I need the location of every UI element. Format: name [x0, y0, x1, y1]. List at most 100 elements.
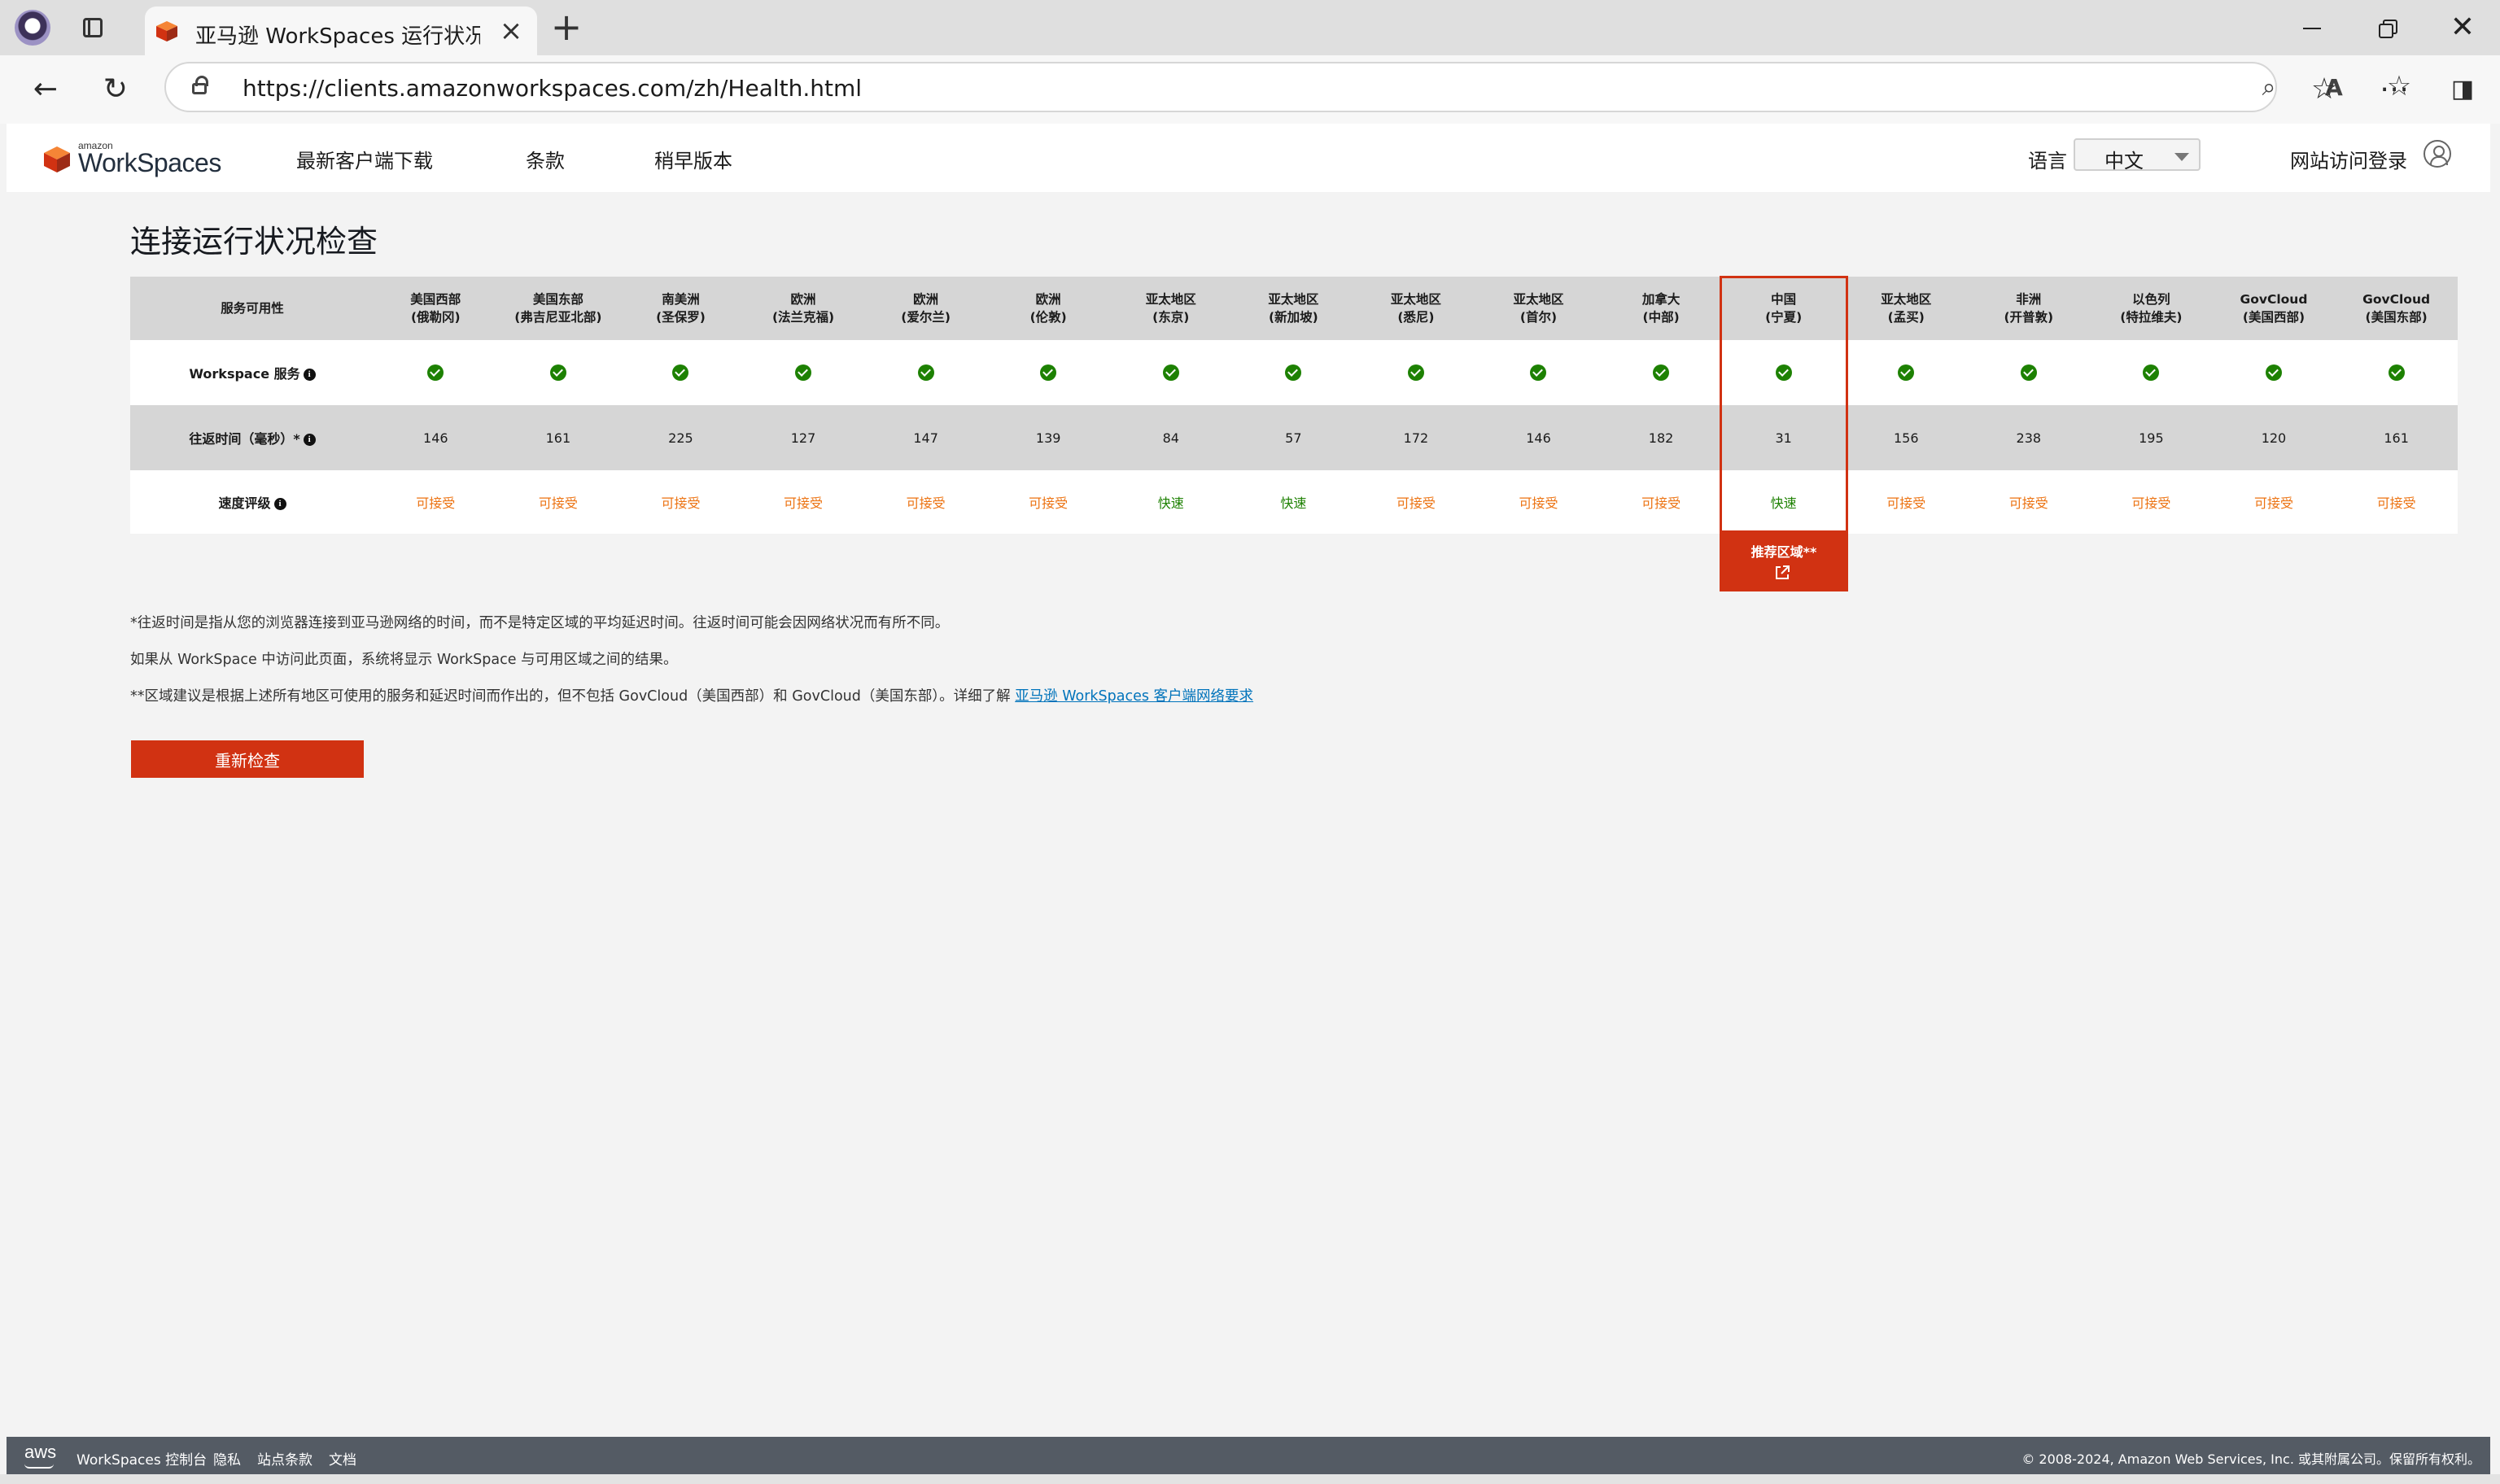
- user-icon[interactable]: [2424, 140, 2451, 168]
- region-header: 以色列 (特拉维夫): [2090, 277, 2213, 340]
- region-header: GovCloud (美国西部): [2212, 277, 2336, 340]
- nav-previous-versions[interactable]: 稍早版本: [654, 145, 732, 173]
- copyright: © 2008-2024, Amazon Web Services, Inc. 或…: [2021, 1451, 2480, 1467]
- region-name: 亚太地区: [1390, 292, 1441, 307]
- footer-link-console[interactable]: WorkSpaces 控制台: [76, 1448, 207, 1469]
- speed-rating-row: 速度评级 i 可接受 可接受 可接受 可接受 可接受 可接受 快速 快速 可接受 可接受 可接受 快速 可接…: [130, 470, 2458, 534]
- service-status-cell: [1109, 340, 1233, 405]
- workspaces-favicon-icon: [156, 21, 177, 41]
- sidebar-icon[interactable]: ◨: [2445, 72, 2480, 107]
- region-header: 亚太地区 (悉尼): [1354, 277, 1478, 340]
- check-circle-icon: [1285, 364, 1302, 382]
- site-footer: aws WorkSpaces 控制台 隐私 站点条款 文档 © 2008-202…: [7, 1437, 2490, 1474]
- service-status-cell: [1599, 340, 1723, 405]
- speed-rating: 可接受: [864, 470, 987, 534]
- region-header: 欧洲 (爱尔兰): [864, 277, 987, 340]
- region-name: 欧洲: [1035, 292, 1061, 307]
- region-location: (弗吉尼亚北部): [514, 310, 602, 325]
- external-link-icon[interactable]: [1773, 564, 1791, 582]
- aws-logo[interactable]: aws: [24, 1442, 56, 1463]
- check-circle-icon: [1530, 364, 1547, 382]
- region-header: 亚太地区 (新加坡): [1232, 277, 1355, 340]
- lock-icon[interactable]: [192, 76, 208, 94]
- speed-rating: 可接受: [2212, 470, 2336, 534]
- region-header: 美国西部 (俄勒冈): [374, 277, 497, 340]
- network-requirements-link[interactable]: 亚马逊 WorkSpaces 客户端网络要求: [1015, 688, 1253, 705]
- workspaces-cube-icon: [44, 146, 70, 172]
- signin-link[interactable]: 网站访问登录: [2290, 145, 2407, 173]
- rtt-value: 182: [1599, 405, 1723, 470]
- region-location: (伦敦): [1029, 310, 1067, 325]
- speed-rating: 可接受: [2090, 470, 2213, 534]
- availability-header: 服务可用性: [130, 277, 374, 340]
- address-bar[interactable]: https://clients.amazonworkspaces.com/zh/…: [164, 62, 2411, 112]
- note-recommendation: **区域建议是根据上述所有地区可使用的服务和延迟时间而作出的，但不包括 GovC…: [130, 685, 1253, 705]
- rtt-value: 146: [374, 405, 497, 470]
- info-icon[interactable]: i: [303, 434, 316, 446]
- favorites-icon[interactable]: ☆: [2306, 72, 2342, 107]
- footer-link-privacy[interactable]: 隐私: [213, 1448, 241, 1469]
- browser-tab-active[interactable]: 亚马逊 WorkSpaces 运行状况控制 ×: [145, 7, 537, 55]
- service-status-cell: [986, 340, 1110, 405]
- tab-title: 亚马逊 WorkSpaces 运行状况控制: [195, 24, 480, 49]
- service-status-cell: [864, 340, 987, 405]
- speed-rating: 快速: [1232, 470, 1355, 534]
- tab-actions-icon[interactable]: [78, 13, 107, 42]
- speed-label: 速度评级: [218, 495, 271, 511]
- info-icon[interactable]: i: [273, 498, 286, 510]
- recommended-region-tag[interactable]: 推荐区域**: [1720, 533, 1848, 591]
- rtt-value: 120: [2212, 405, 2336, 470]
- region-header: 亚太地区 (东京): [1109, 277, 1233, 340]
- url-text[interactable]: https://clients.amazonworkspaces.com/zh/…: [243, 75, 862, 102]
- window-close-button[interactable]: ✕: [2438, 11, 2487, 44]
- profile-avatar-icon[interactable]: [15, 10, 50, 46]
- window-frame-bottom: [0, 1474, 2500, 1484]
- region-location: (特拉维夫): [2120, 310, 2183, 325]
- footer-link-docs[interactable]: 文档: [329, 1448, 356, 1469]
- check-circle-icon: [1162, 364, 1179, 382]
- rtt-value: 156: [1844, 405, 1968, 470]
- service-status-cell: [1844, 340, 1968, 405]
- note-recommendation-text: **区域建议是根据上述所有地区可使用的服务和延迟时间而作出的，但不包括 GovC…: [130, 688, 1016, 705]
- region-location: (美国西部): [2242, 310, 2306, 325]
- more-menu-icon[interactable]: ⋯: [2376, 72, 2412, 107]
- region-location: (法兰克福): [771, 310, 835, 325]
- service-label-cell: Workspace 服务 i: [130, 340, 374, 405]
- window-minimize-button[interactable]: [2288, 11, 2337, 44]
- site-header: amazon WorkSpaces 最新客户端下载 条款 稍早版本 语言 中文 …: [7, 124, 2490, 192]
- rtt-value: 31: [1722, 405, 1845, 470]
- back-arrow-icon[interactable]: ←: [28, 72, 63, 107]
- check-circle-icon: [1653, 364, 1670, 382]
- refresh-icon[interactable]: ↻: [98, 72, 133, 107]
- region-name: GovCloud: [2362, 292, 2431, 307]
- speed-rating: 可接受: [1477, 470, 1600, 534]
- health-table: 服务可用性 美国西部 (俄勒冈) 美国东部 (弗吉尼亚北部) 南美洲 (圣保罗) 欧洲 (法兰克…: [130, 277, 2458, 534]
- chevron-down-icon: [2174, 153, 2189, 161]
- region-location: (中部): [1642, 310, 1680, 325]
- nav-terms[interactable]: 条款: [526, 145, 565, 173]
- rtt-value: 238: [1967, 405, 2091, 470]
- region-location: (首尔): [1519, 310, 1558, 325]
- footer-link-site-terms[interactable]: 站点条款: [257, 1448, 312, 1469]
- region-location: (爱尔兰): [901, 310, 951, 325]
- speed-rating: 可接受: [619, 470, 742, 534]
- check-circle-icon: [2143, 364, 2160, 382]
- new-tab-icon[interactable]: +: [549, 8, 584, 46]
- rtt-value: 161: [496, 405, 620, 470]
- workspaces-logo[interactable]: amazon WorkSpaces: [42, 137, 229, 186]
- speed-rating: 可接受: [496, 470, 620, 534]
- speed-rating: 可接受: [1599, 470, 1723, 534]
- recheck-button[interactable]: 重新检查: [131, 740, 364, 778]
- note-rtt: *往返时间是指从您的浏览器连接到亚马逊网络的时间，而不是特定区域的平均延迟时间。…: [130, 615, 950, 631]
- check-circle-icon: [427, 364, 444, 382]
- language-select[interactable]: 中文: [2074, 138, 2201, 172]
- window-restore-button[interactable]: [2363, 11, 2412, 44]
- tab-close-icon[interactable]: ×: [496, 16, 526, 46]
- rtt-value: 146: [1477, 405, 1600, 470]
- rtt-value: 57: [1232, 405, 1355, 470]
- region-location: (开普敦): [2004, 310, 2054, 325]
- check-circle-icon: [2388, 364, 2405, 382]
- nav-latest-client-download[interactable]: 最新客户端下载: [296, 145, 433, 173]
- info-icon[interactable]: i: [303, 369, 316, 381]
- zoom-icon[interactable]: ⌕: [2254, 73, 2284, 103]
